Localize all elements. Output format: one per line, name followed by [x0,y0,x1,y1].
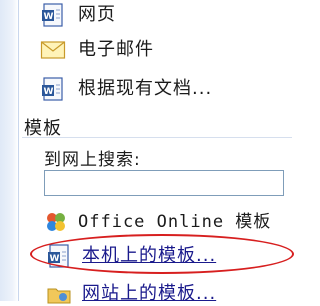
email-label: 电子邮件 [78,39,154,60]
office-online-label: Office Online 模板 [78,212,272,232]
local-templates-label: 本机上的模板... [82,245,217,266]
envelope-icon [40,41,66,59]
search-caption: 到网上搜索: [44,150,141,170]
local-templates-link[interactable]: W 本机上的模板... [46,243,216,269]
word-doc-icon: W [42,77,63,101]
section-divider [22,137,292,138]
online-search-input[interactable] [44,170,284,196]
new-from-existing-item[interactable]: W 根据现有文档... [40,76,212,102]
existing-doc-label: 根据现有文档... [78,78,213,99]
new-email-item[interactable]: 电子邮件 [40,38,154,62]
new-web-page-item[interactable]: W 网页 [40,2,116,28]
task-pane-left-border [0,0,19,301]
office-online-templates-link[interactable]: Office Online 模板 [44,210,271,234]
word-doc-icon: W [42,3,63,27]
svg-text:W: W [50,254,61,264]
office-logo-icon [47,213,65,231]
word-doc-icon: W [48,244,69,268]
folder-web-icon [47,288,71,304]
website-templates-label: 网站上的模板... [82,283,217,304]
web-page-label: 网页 [78,4,116,25]
svg-text:W: W [44,87,55,97]
svg-text:W: W [44,12,55,22]
website-templates-link[interactable]: 网站上的模板... [46,282,216,306]
